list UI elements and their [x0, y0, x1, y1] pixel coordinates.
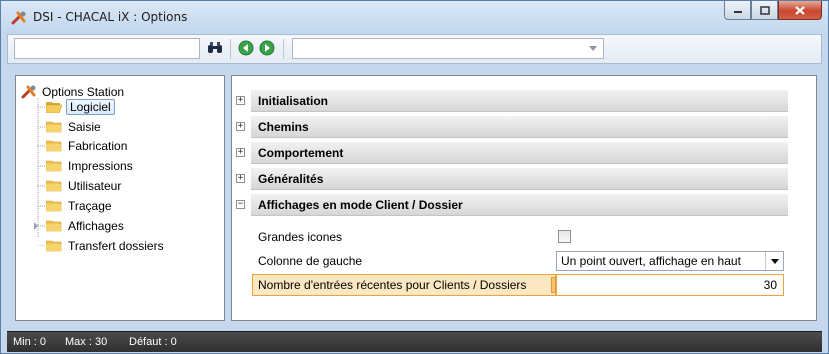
back-button[interactable]: [237, 39, 255, 57]
dropdown-button[interactable]: [765, 252, 783, 270]
property-nombre-entrees-recentes[interactable]: Nombre d'entrées récentes pour Clients /…: [232, 274, 788, 296]
tree-item-fabrication[interactable]: Fabrication: [46, 138, 129, 154]
maximize-button[interactable]: [751, 1, 778, 20]
tree-item-label: Fabrication: [68, 139, 128, 153]
options-window: DSI - CHACAL iX : Options Options Statio…: [0, 0, 829, 354]
expand-toggle-icon[interactable]: +: [236, 174, 245, 183]
close-icon: [795, 5, 805, 15]
property-value: [556, 226, 788, 248]
input-value: 30: [763, 278, 777, 292]
category-chemins[interactable]: + Chemins: [232, 116, 788, 138]
forward-button[interactable]: [258, 39, 276, 57]
chevron-down-icon[interactable]: [589, 46, 597, 51]
property-name: Grandes icones: [258, 230, 343, 244]
title-bar[interactable]: DSI - CHACAL iX : Options: [1, 1, 828, 33]
expand-toggle-icon[interactable]: +: [236, 96, 245, 105]
property-name: Nombre d'entrées récentes pour Clients /…: [258, 278, 527, 292]
tree-item-affichages[interactable]: Affichages: [46, 218, 126, 234]
search-button[interactable]: [206, 39, 224, 57]
forward-arrow-icon: [259, 40, 275, 56]
tools-icon: [11, 11, 26, 25]
tree-root-options-station[interactable]: Options Station: [20, 84, 124, 100]
category-label: Généralités: [258, 172, 324, 186]
minimize-icon: [733, 11, 742, 13]
colonne-de-gauche-select[interactable]: Un point ouvert, affichage en haut: [556, 251, 784, 271]
folder-icon: [46, 121, 62, 133]
category-label: Comportement: [258, 146, 344, 160]
folder-open-icon: [46, 102, 62, 113]
navigation-combo[interactable]: [292, 38, 604, 59]
minimize-button[interactable]: [724, 1, 751, 20]
folder-icon: [46, 200, 62, 212]
property-name: Colonne de gauche: [258, 254, 363, 268]
tree-item-label: Logiciel: [66, 99, 115, 115]
property-value: 30: [551, 274, 788, 296]
category-initialisation[interactable]: + Initialisation: [232, 90, 788, 112]
folder-icon: [46, 220, 62, 232]
category-header-bar: [251, 90, 788, 112]
category-label: Initialisation: [258, 94, 329, 108]
status-default: Défaut : 0: [129, 336, 177, 348]
category-generalites[interactable]: + Généralités: [232, 168, 788, 190]
close-button[interactable]: [778, 1, 822, 20]
tree-item-label: Utilisateur: [68, 179, 122, 193]
options-tree: Options Station Logiciel Saisie Fabricat…: [15, 75, 225, 321]
tree-item-saisie[interactable]: Saisie: [46, 119, 103, 135]
status-max: Max : 30: [65, 336, 108, 348]
expand-toggle-icon[interactable]: +: [236, 148, 245, 157]
toolbar-separator: [283, 39, 284, 59]
property-value: Un point ouvert, affichage en haut: [556, 250, 788, 272]
property-grandes-icones[interactable]: Grandes icones: [232, 226, 788, 248]
tree-item-transfert-dossiers[interactable]: Transfert dossiers: [46, 238, 166, 254]
folder-icon: [46, 140, 62, 152]
property-colonne-de-gauche[interactable]: Colonne de gauche Un point ouvert, affic…: [232, 250, 788, 272]
status-min: Min : 0: [13, 336, 47, 348]
property-grid: + Initialisation + Chemins + Comportemen…: [231, 75, 817, 321]
category-header-bar: [251, 168, 788, 190]
toolbar: [7, 34, 822, 64]
tree-item-label: Traçage: [68, 199, 112, 213]
status-bar: Min : 0 Max : 30 Défaut : 0: [7, 331, 822, 352]
folder-icon: [46, 240, 62, 252]
folder-icon: [46, 160, 62, 172]
nombre-entrees-input[interactable]: 30: [551, 274, 784, 296]
tree-item-utilisateur[interactable]: Utilisateur: [46, 178, 123, 194]
tree-item-label: Transfert dossiers: [68, 239, 164, 253]
main-area: Options Station Logiciel Saisie Fabricat…: [7, 71, 822, 349]
tree-item-label: Affichages: [68, 219, 124, 233]
binoculars-icon: [208, 42, 222, 53]
category-label: Chemins: [258, 120, 309, 134]
expand-arrow-icon[interactable]: [34, 222, 38, 230]
tree-item-label: Saisie: [68, 120, 101, 134]
expand-toggle-icon[interactable]: +: [236, 122, 245, 131]
window-controls: [724, 1, 822, 20]
tree-root-label: Options Station: [42, 85, 125, 99]
tree-item-tracage[interactable]: Traçage: [46, 198, 114, 214]
resize-grip[interactable]: [551, 277, 556, 293]
tools-icon: [21, 85, 36, 99]
toolbar-separator: [230, 39, 231, 59]
chevron-down-icon: [770, 258, 779, 264]
back-arrow-icon: [238, 40, 254, 56]
collapse-toggle-icon[interactable]: −: [236, 200, 245, 209]
select-value: Un point ouvert, affichage en haut: [561, 254, 741, 268]
tree-item-label: Impressions: [68, 159, 133, 173]
folder-icon: [46, 180, 62, 192]
maximize-icon: [759, 5, 770, 15]
window-title: DSI - CHACAL iX : Options: [33, 10, 188, 24]
search-input[interactable]: [14, 38, 200, 59]
grandes-icones-checkbox[interactable]: [558, 230, 571, 243]
tree-item-impressions[interactable]: Impressions: [46, 158, 135, 174]
category-comportement[interactable]: + Comportement: [232, 142, 788, 164]
category-header-bar: [251, 116, 788, 138]
tree-item-logiciel[interactable]: Logiciel: [46, 99, 115, 115]
category-label: Affichages en mode Client / Dossier: [258, 198, 463, 212]
category-affichages-client-dossier[interactable]: − Affichages en mode Client / Dossier: [232, 194, 788, 216]
